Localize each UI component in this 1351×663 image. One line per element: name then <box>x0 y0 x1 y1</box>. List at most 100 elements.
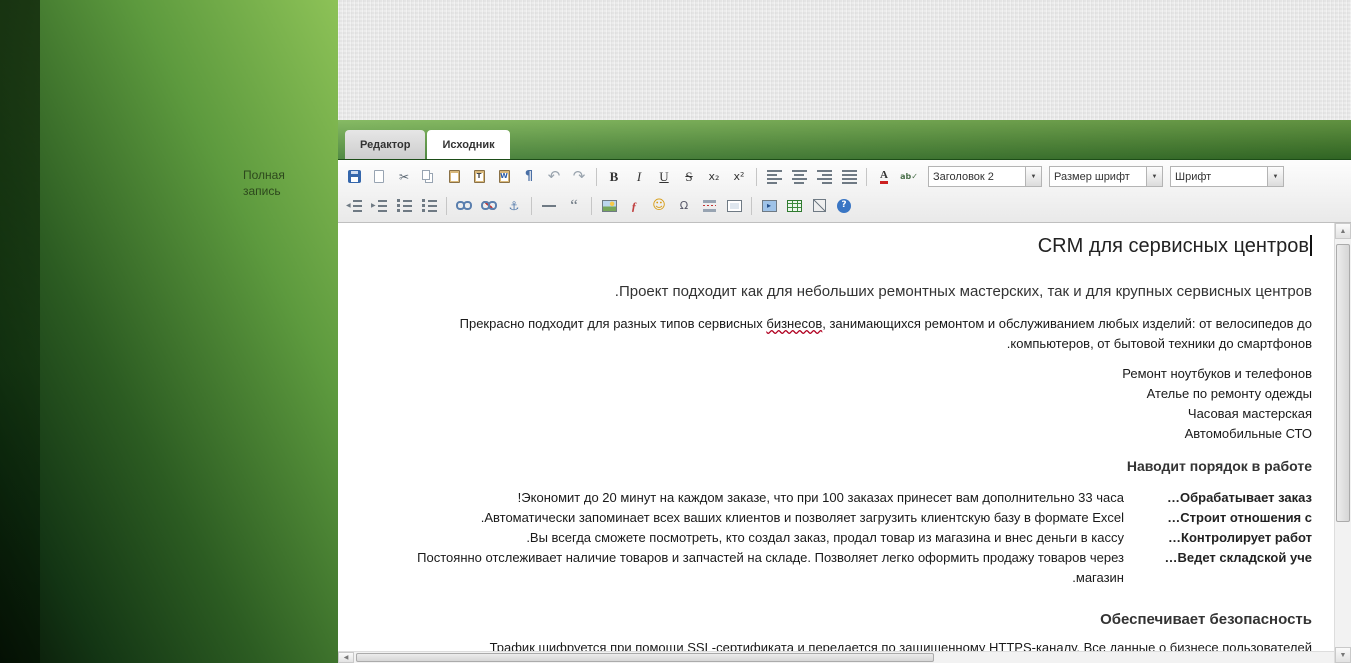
scroll-up-button[interactable]: ▲ <box>1335 223 1351 239</box>
new-page-button[interactable] <box>367 165 391 189</box>
horizontal-rule-button[interactable] <box>537 194 561 218</box>
top-panel <box>338 0 1351 121</box>
chevron-down-icon[interactable]: ▼ <box>1267 167 1283 186</box>
sidebar-dark-strip <box>0 0 40 663</box>
link-button[interactable] <box>452 194 476 218</box>
cut-button[interactable]: ✂ <box>392 165 416 189</box>
copy-button[interactable] <box>417 165 441 189</box>
list-item: Часовая мастерская <box>1187 406 1312 421</box>
italic-button[interactable]: I <box>627 165 651 189</box>
intro-paragraph: Прекрасно подходит для разных типов серв… <box>358 314 1312 354</box>
paste-word-button[interactable]: W <box>492 165 516 189</box>
superscript-button[interactable]: x² <box>727 165 751 189</box>
flash-icon: ƒ <box>631 198 637 213</box>
numbered-list-button[interactable] <box>392 194 416 218</box>
text-color-button[interactable]: A <box>872 165 896 189</box>
text-cursor <box>1310 235 1312 256</box>
indent-decrease-button[interactable]: ◀ <box>342 194 366 218</box>
redo-icon: ↷ <box>572 167 586 185</box>
undo-button[interactable]: ↶ <box>542 165 566 189</box>
blockquote-button[interactable]: “ <box>562 194 586 218</box>
tab-band: Редактор Исходник <box>338 120 1351 160</box>
toolbar-separator <box>446 196 447 215</box>
link-icon <box>456 201 472 210</box>
subscript-icon: x₂ <box>708 170 720 183</box>
iframe-icon <box>726 199 742 212</box>
align-center-button[interactable] <box>787 165 811 189</box>
about-button[interactable]: ? <box>832 194 856 218</box>
blockquote-icon: “ <box>570 196 578 215</box>
tab-source[interactable]: Исходник <box>427 130 510 159</box>
anchor-icon: ⚓ <box>508 198 520 213</box>
feature-row: !Экономит до 20 минут на каждом заказе, … <box>358 488 1312 508</box>
vertical-scrollbar[interactable]: ▲ ▼ <box>1334 223 1351 663</box>
feature-row: .Автоматически запоминает всех ваших кли… <box>358 508 1312 528</box>
feature-desc-line: .Вы всегда сможете посмотреть, кто созда… <box>526 530 1124 545</box>
show-paragraph-icon: ¶ <box>524 169 534 184</box>
maximize-button[interactable] <box>807 194 831 218</box>
chevron-down-icon[interactable]: ▼ <box>1025 167 1041 186</box>
bulleted-list-button[interactable] <box>417 194 441 218</box>
underline-button[interactable]: U <box>652 165 676 189</box>
image-button[interactable] <box>597 194 621 218</box>
document-title: CRM для сервисных центров <box>358 233 1312 259</box>
scroll-left-button[interactable]: ◀ <box>338 652 354 663</box>
toolbar-separator <box>531 196 532 215</box>
editor-toolbar: ✂ T W ¶ ↶ ↷ B I U Sx₂ x² Aab✓ Заголовок 2 ▼ Размер … <box>338 160 1351 223</box>
feature-row: Постоянно отслеживает наличие товаров и … <box>358 548 1312 588</box>
maximize-icon <box>812 199 826 212</box>
font-size-select[interactable]: Размер шрифт ▼ <box>1049 166 1163 187</box>
scroll-thumb[interactable] <box>1336 244 1350 522</box>
horizontal-scrollbar[interactable]: ◀ <box>338 651 1334 663</box>
font-size-select-value: Размер шрифт <box>1054 170 1130 183</box>
feature-row: .Вы всегда сможете посмотреть, кто созда… <box>358 528 1312 548</box>
unlink-icon <box>481 201 497 210</box>
numbered-list-icon <box>396 198 412 213</box>
copy-icon <box>422 170 430 180</box>
toolbar-row-2: ◀ ▶ ⚓ “ ƒ ☺ Ω ▸? <box>342 191 1347 220</box>
bold-icon: B <box>609 169 619 184</box>
unlink-button[interactable] <box>477 194 501 218</box>
sidebar-background <box>0 0 338 663</box>
save-icon <box>347 170 361 183</box>
align-right-icon <box>816 169 832 184</box>
bold-button[interactable]: B <box>602 165 626 189</box>
paste-button[interactable] <box>442 165 466 189</box>
anchor-button[interactable]: ⚓ <box>502 194 526 218</box>
align-justify-button[interactable] <box>837 165 861 189</box>
horizontal-scroll-thumb[interactable] <box>356 653 934 662</box>
subscript-button[interactable]: x₂ <box>702 165 726 189</box>
chevron-down-icon[interactable]: ▼ <box>1146 167 1162 186</box>
underline-icon: U <box>659 169 669 184</box>
font-select-value: Шрифт <box>1175 170 1212 183</box>
format-select[interactable]: Заголовок 2 ▼ <box>928 166 1042 187</box>
strikethrough-button[interactable]: S <box>677 165 701 189</box>
page-break-button[interactable] <box>697 194 721 218</box>
save-button[interactable] <box>342 165 366 189</box>
video-button[interactable]: ▸ <box>757 194 781 218</box>
new-page-icon <box>374 170 384 183</box>
flash-button[interactable]: ƒ <box>622 194 646 218</box>
align-left-button[interactable] <box>762 165 786 189</box>
tab-editor[interactable]: Редактор <box>345 130 426 159</box>
special-char-button[interactable]: Ω <box>672 194 696 218</box>
font-select[interactable]: Шрифт ▼ <box>1170 166 1284 187</box>
scroll-down-button[interactable]: ▼ <box>1335 647 1351 663</box>
show-paragraph-button[interactable]: ¶ <box>517 165 541 189</box>
smiley-button[interactable]: ☺ <box>647 194 671 218</box>
table-icon <box>786 199 802 212</box>
list-item: Ремонт ноутбуков и телефонов <box>1122 366 1312 381</box>
paste-text-button[interactable]: T <box>467 165 491 189</box>
text-color-icon: A <box>880 169 888 184</box>
table-button[interactable] <box>782 194 806 218</box>
indent-increase-button[interactable]: ▶ <box>367 194 391 218</box>
spellcheck-button[interactable]: ab✓ <box>897 165 921 189</box>
editor-content[interactable]: CRM для сервисных центров .Проект подход… <box>338 223 1334 651</box>
align-right-button[interactable] <box>812 165 836 189</box>
paste-word-icon: W <box>498 170 510 183</box>
align-center-icon <box>791 169 807 184</box>
feature-desc-line: .магазин <box>1072 570 1124 585</box>
redo-button[interactable]: ↷ <box>567 165 591 189</box>
iframe-button[interactable] <box>722 194 746 218</box>
about-icon: ? <box>837 198 851 213</box>
